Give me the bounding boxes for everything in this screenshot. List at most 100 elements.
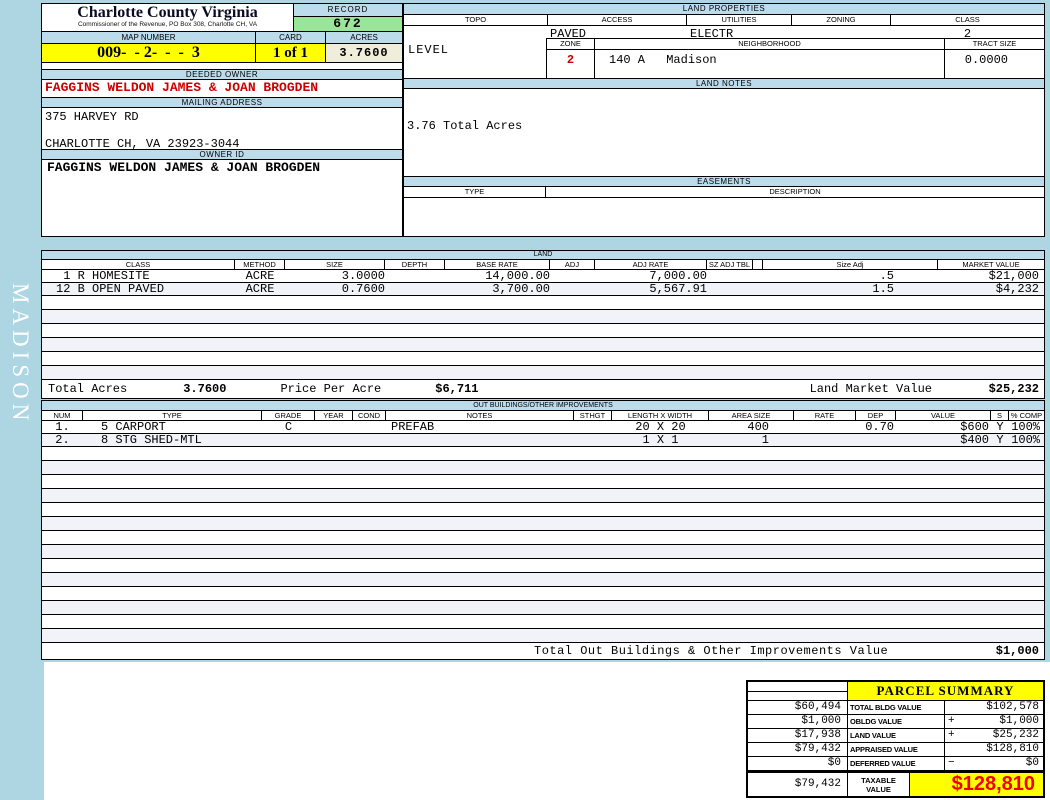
cell-base-rate: 14,000.00 <box>485 269 550 283</box>
cell-adj-rate: 7,000.00 <box>649 269 707 283</box>
row-op: + <box>948 715 955 727</box>
land-row-empty <box>42 352 1044 366</box>
cell-grade: C <box>284 420 293 434</box>
out-building-row-empty <box>42 517 1044 531</box>
deeded-owner-label: DEEDED OWNER <box>42 69 402 80</box>
cell-comp: 100% <box>1011 420 1040 434</box>
cell-adj-rate: 5,567.91 <box>649 282 707 296</box>
easement-type-label: TYPE <box>404 187 546 197</box>
cell-length-width: 1 X 1 <box>642 433 679 447</box>
col-blank <box>753 260 763 269</box>
row-value: $102,578 <box>986 701 1039 713</box>
row-value-cell: − $0 <box>945 757 1043 770</box>
out-buildings-total-label: Total Out Buildings & Other Improvements… <box>534 644 889 658</box>
row-op <box>945 743 959 756</box>
col-size: SIZE <box>285 260 385 269</box>
topo-value: LEVEL <box>408 43 450 57</box>
col-depth: DEPTH <box>385 260 445 269</box>
topo-label: TOPO <box>404 15 548 25</box>
col-length-width: LENGTH X WIDTH <box>612 411 709 420</box>
row-value-cell: + $25,232 <box>945 729 1043 742</box>
price-per-acre-value: $6,711 <box>435 382 479 396</box>
land-row-empty <box>42 338 1044 352</box>
cell-comp: 100% <box>1011 433 1040 447</box>
cell-num: 2. <box>55 433 70 447</box>
deeded-owner-value: FAGGINS WELDON JAMES & JOAN BROGDEN <box>45 80 319 95</box>
cell-year <box>315 421 353 433</box>
col-class: CLASS <box>42 260 235 269</box>
cell-dep <box>856 434 896 446</box>
cell-blank <box>753 270 763 282</box>
taxable-label: TAXABLE VALUE <box>848 773 910 796</box>
cell-size: 3.0000 <box>341 269 385 283</box>
map-value-row: 009- - 2- - - 3 1 of 1 3.7600 <box>42 44 402 63</box>
total-acres-value: 3.7600 <box>183 382 227 396</box>
acres-label: ACRES <box>350 33 378 42</box>
summary-row-total-bldg: $60,494 TOTAL BLDG VALUE $102,578 <box>748 701 1043 715</box>
col-num: NUM <box>42 411 83 420</box>
row-label: LAND VALUE <box>848 729 945 742</box>
commissioner-line: Commissioner of the Revenue, PO Box 308,… <box>77 21 258 28</box>
cell-area-size: 400 <box>747 420 769 434</box>
row-value-cell: $128,810 <box>945 743 1043 756</box>
cell-method: ACRE <box>245 269 275 283</box>
address-line1: 375 HARVEY RD <box>45 110 139 124</box>
county-title: Charlotte County Virginia <box>77 4 258 21</box>
tract-size-label: TRACT SIZE <box>972 39 1017 48</box>
land-notes-area: 3.76 Total Acres <box>404 89 1044 176</box>
cell-type: 8 STG SHED-MTL <box>101 433 202 447</box>
land-table: LAND CLASS METHOD SIZE DEPTH BASE RATE A… <box>41 250 1045 399</box>
col-base-rate: BASE RATE <box>445 260 550 269</box>
out-building-row-empty <box>42 615 1044 629</box>
cell-depth <box>385 270 445 282</box>
cell-depth <box>385 283 445 295</box>
cell-s: Y <box>996 420 1004 434</box>
row-value: $0 <box>1025 757 1039 769</box>
access-label: ACCESS <box>548 15 687 25</box>
summary-row-obldg: $1,000 OBLDG VALUE + $1,000 <box>748 715 1043 729</box>
cell-cond <box>353 421 386 433</box>
land-row-empty <box>42 296 1044 310</box>
cell-sthgt <box>574 421 612 433</box>
land-notes-title: LAND NOTES <box>404 78 1044 89</box>
col-type: TYPE <box>83 411 262 420</box>
mailing-address-block: 375 HARVEY RD CHARLOTTE CH, VA 23923-304… <box>42 108 402 151</box>
county-title-cell: Charlotte County Virginia Commissioner o… <box>42 4 294 31</box>
col-notes: NOTES <box>386 411 574 420</box>
col-grade: GRADE <box>262 411 315 420</box>
neighborhood-value: 140 A Madison <box>595 50 945 78</box>
out-building-row-empty <box>42 489 1044 503</box>
land-total-row: Total Acres 3.7600 Price Per Acre $6,711… <box>42 380 1044 400</box>
map-header-row: MAP NUMBER CARD ACRES <box>42 32 402 44</box>
out-building-row-empty <box>42 629 1044 643</box>
zone-label: ZONE <box>547 39 595 49</box>
easements-header-row: TYPE DESCRIPTION <box>404 187 1044 198</box>
land-row-empty <box>42 366 1044 380</box>
prior-value: $0 <box>748 757 848 770</box>
row-value-cell: + $1,000 <box>945 715 1043 728</box>
out-buildings-total-value: $1,000 <box>995 644 1039 658</box>
parcel-summary-header-left <box>748 682 848 700</box>
mailing-address-label: MAILING ADDRESS <box>42 97 402 108</box>
col-rate: RATE <box>794 411 856 420</box>
cell-value: $400 <box>960 433 989 447</box>
cell-length-width: 20 X 20 <box>635 420 686 434</box>
land-row-empty <box>42 324 1044 338</box>
out-building-row-empty <box>42 447 1044 461</box>
cell-class: 1 R HOMESITE <box>56 269 150 283</box>
cell-blank <box>753 283 763 295</box>
district-label: MADISON <box>8 283 33 426</box>
card-label: CARD <box>256 32 326 43</box>
summary-row-deferred: $0 DEFERRED VALUE − $0 <box>748 757 1043 771</box>
land-properties-panel: LAND PROPERTIES TOPO ACCESS UTILITIES ZO… <box>403 3 1045 237</box>
col-size-adj: Size Adj <box>763 260 938 269</box>
owner-panel: Charlotte County Virginia Commissioner o… <box>41 3 403 237</box>
cell-base-rate: 3,700.00 <box>492 282 550 296</box>
parcel-summary-header: PARCEL SUMMARY <box>748 682 1043 701</box>
record-cell: RECORD 672 <box>294 4 402 31</box>
title-row: Charlotte County Virginia Commissioner o… <box>42 4 402 32</box>
cell-dep: 0.70 <box>865 420 894 434</box>
land-properties-values: PAVED ELECTR 2 LEVEL ZONE NEIGHBORHOOD T… <box>404 26 1044 78</box>
out-building-row-empty <box>42 559 1044 573</box>
col-sthgt: STHGT <box>574 411 612 420</box>
